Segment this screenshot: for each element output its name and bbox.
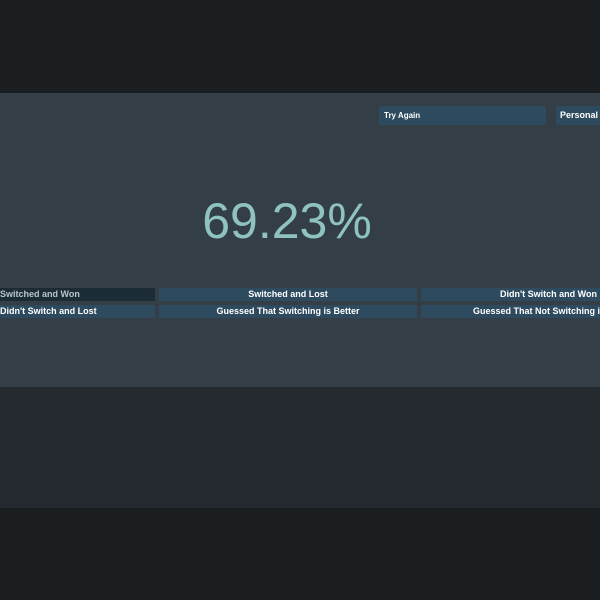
stat-didnt-switch-won[interactable]: Didn't Switch and Won xyxy=(421,288,600,301)
viewport: Try Again Personal Results 69.23% Switch… xyxy=(0,0,600,600)
personal-results-button[interactable]: Personal Results xyxy=(556,106,600,125)
stat-didnt-switch-lost[interactable]: Didn't Switch and Lost xyxy=(0,305,155,318)
stat-switched-won[interactable]: Switched and Won xyxy=(0,288,155,301)
results-panel: Try Again Personal Results 69.23% Switch… xyxy=(0,93,600,387)
win-percentage: 69.23% xyxy=(202,193,372,249)
stat-switched-lost[interactable]: Switched and Lost xyxy=(159,288,417,301)
bottom-band xyxy=(0,508,600,600)
lower-band xyxy=(0,387,600,508)
top-band xyxy=(0,0,600,93)
stat-guessed-switching-better[interactable]: Guessed That Switching is Better xyxy=(159,305,417,318)
try-again-button[interactable]: Try Again xyxy=(379,106,546,125)
stat-guessed-not-switching-better[interactable]: Guessed That Not Switching is Better xyxy=(421,305,600,318)
